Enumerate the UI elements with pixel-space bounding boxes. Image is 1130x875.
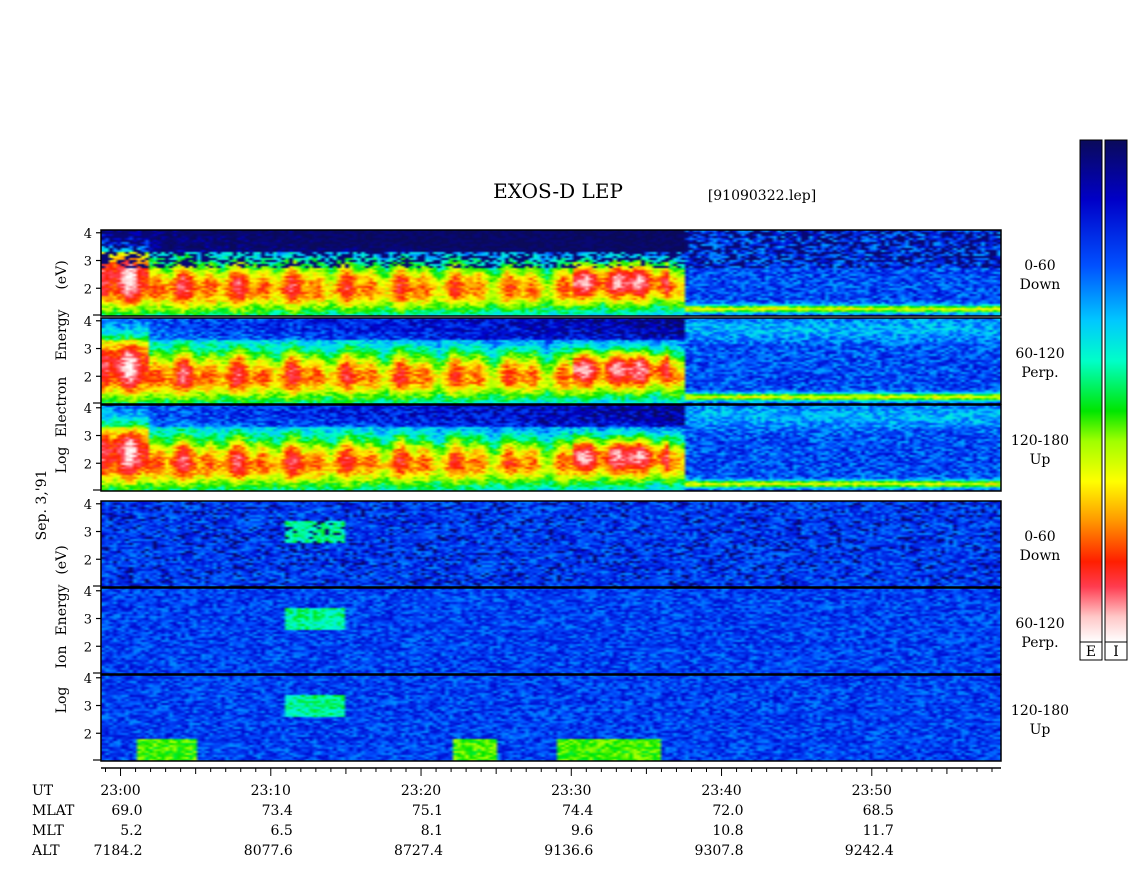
x-tick-label: 23:50 — [852, 783, 892, 799]
panel-angle-label: 0-60 — [1024, 529, 1055, 545]
x-axis: UT 23:00 23:10 23:20 23:30 23:40 23:50 — [32, 767, 1001, 799]
colorbar-label: E — [1086, 644, 1096, 660]
x-tick-label: 23:30 — [551, 783, 591, 799]
ephemeris-value: 68.5 — [863, 803, 894, 819]
ephemeris-value: 9.6 — [571, 823, 593, 839]
panel-angle-label: 60-120 — [1015, 616, 1064, 632]
y-tick-label: 3 — [84, 526, 92, 541]
y-axis-label-word: Energy — [54, 584, 70, 635]
spectrogram-figure: EXOS-D LEP [91090322.lep] 4 3 2 4 3 2 4 3 2 4 3 2 4 3… — [31, 139, 1128, 859]
y-axis-label-word: Electron — [54, 377, 70, 438]
y-axis-labels: Log Electron Energy (eV) Log Ion Energy (eV) — [54, 260, 70, 713]
panel-ion-2 — [100, 674, 1002, 762]
spectrogram-panels — [100, 229, 1002, 762]
colorbar-label: I — [1113, 644, 1119, 660]
y-tick-label: 2 — [84, 640, 92, 655]
ephemeris-value: 69.0 — [111, 803, 142, 819]
panel-direction-label: Up — [1030, 452, 1051, 468]
x-tick-label: 23:00 — [100, 783, 140, 799]
ephemeris-value: 10.8 — [712, 823, 743, 839]
ephemeris-value: 9242.4 — [845, 843, 894, 859]
y-tick-label: 2 — [84, 370, 92, 385]
x-tick-label: 23:40 — [701, 783, 741, 799]
panel-angle-label: 120-180 — [1011, 703, 1069, 719]
date-label: Sep. 3,'91 — [34, 470, 50, 541]
y-axis-ticks: 4 3 2 4 3 2 4 3 2 4 3 2 4 3 2 4 3 2 — [84, 227, 101, 761]
panel-electron-2 — [100, 404, 1002, 492]
y-tick-label: 2 — [84, 727, 92, 742]
spectrogram-image — [101, 501, 1001, 587]
ephemeris-value: 7184.2 — [94, 843, 143, 859]
x-tick-label: 23:20 — [401, 783, 441, 799]
y-axis-label-word: Energy — [54, 309, 70, 360]
panel-angle-label: 60-120 — [1015, 346, 1064, 362]
y-axis-label-word: Log — [54, 447, 70, 474]
ephemeris-value: 75.1 — [412, 803, 443, 819]
ephemeris-value: 11.7 — [863, 823, 894, 839]
chart-title: EXOS-D LEP — [493, 179, 623, 203]
y-tick-label: 2 — [84, 457, 92, 472]
panel-direction-label: Perp. — [1021, 635, 1058, 651]
colorbar-I — [1104, 139, 1128, 643]
y-tick-label: 4 — [84, 315, 92, 330]
ephemeris-table: MLAT 69.0 73.4 75.1 74.4 72.0 68.5 MLT 5.2 6.5 8.1… — [31, 803, 894, 859]
spectrogram-image — [101, 588, 1001, 674]
y-axis-label-word: (eV) — [54, 545, 70, 574]
ephemeris-label: MLT — [32, 823, 64, 839]
y-axis-label-word: Log — [54, 687, 70, 714]
colorbars: EI — [1079, 139, 1128, 661]
spectrogram-image — [101, 675, 1001, 761]
x-axis-label: UT — [32, 783, 54, 799]
y-tick-label: 3 — [84, 343, 92, 358]
spectrogram-image — [101, 318, 1001, 404]
y-tick-label: 3 — [84, 700, 92, 715]
panel-direction-label: Down — [1020, 277, 1061, 293]
y-tick-label: 4 — [84, 498, 92, 513]
y-tick-label: 4 — [84, 585, 92, 600]
y-tick-label: 4 — [84, 402, 92, 417]
panel-angle-label: 120-180 — [1011, 433, 1069, 449]
panel-direction-label: Down — [1020, 548, 1061, 564]
y-tick-label: 2 — [84, 282, 92, 297]
y-tick-label: 3 — [84, 255, 92, 270]
ephemeris-value: 9307.8 — [695, 843, 744, 859]
ephemeris-value: 8.1 — [421, 823, 443, 839]
ephemeris-value: 9136.6 — [544, 843, 593, 859]
ephemeris-value: 5.2 — [120, 823, 142, 839]
ephemeris-label: ALT — [31, 843, 60, 859]
panel-labels: 0-60 Down 60-120 Perp. 120-180 Up 0-60 Down 60-1… — [1011, 258, 1069, 738]
y-tick-label: 4 — [84, 227, 92, 242]
ephemeris-value: 8727.4 — [394, 843, 443, 859]
y-tick-label: 3 — [84, 430, 92, 445]
ephemeris-value: 73.4 — [262, 803, 293, 819]
x-tick-label: 23:10 — [251, 783, 291, 799]
y-axis-label-word: Ion — [54, 646, 70, 669]
ephemeris-value: 6.5 — [271, 823, 293, 839]
y-tick-label: 4 — [84, 672, 92, 687]
colorbar-E — [1079, 139, 1103, 643]
ephemeris-label: MLAT — [32, 803, 75, 819]
panel-ion-1 — [100, 587, 1002, 675]
y-axis-label-word: (eV) — [54, 260, 70, 289]
panel-angle-label: 0-60 — [1024, 258, 1055, 274]
spectrogram-image — [101, 230, 1001, 316]
y-tick-label: 3 — [84, 613, 92, 628]
panel-electron-0 — [100, 229, 1002, 317]
y-tick-label: 2 — [84, 553, 92, 568]
panel-electron-1 — [100, 317, 1002, 405]
spectrogram-image — [101, 405, 1001, 491]
ephemeris-value: 72.0 — [712, 803, 743, 819]
panel-direction-label: Up — [1030, 722, 1051, 738]
ephemeris-value: 8077.6 — [244, 843, 293, 859]
file-label: [91090322.lep] — [708, 188, 816, 204]
panel-direction-label: Perp. — [1021, 365, 1058, 381]
panel-ion-0 — [100, 500, 1002, 588]
ephemeris-value: 74.4 — [562, 803, 593, 819]
